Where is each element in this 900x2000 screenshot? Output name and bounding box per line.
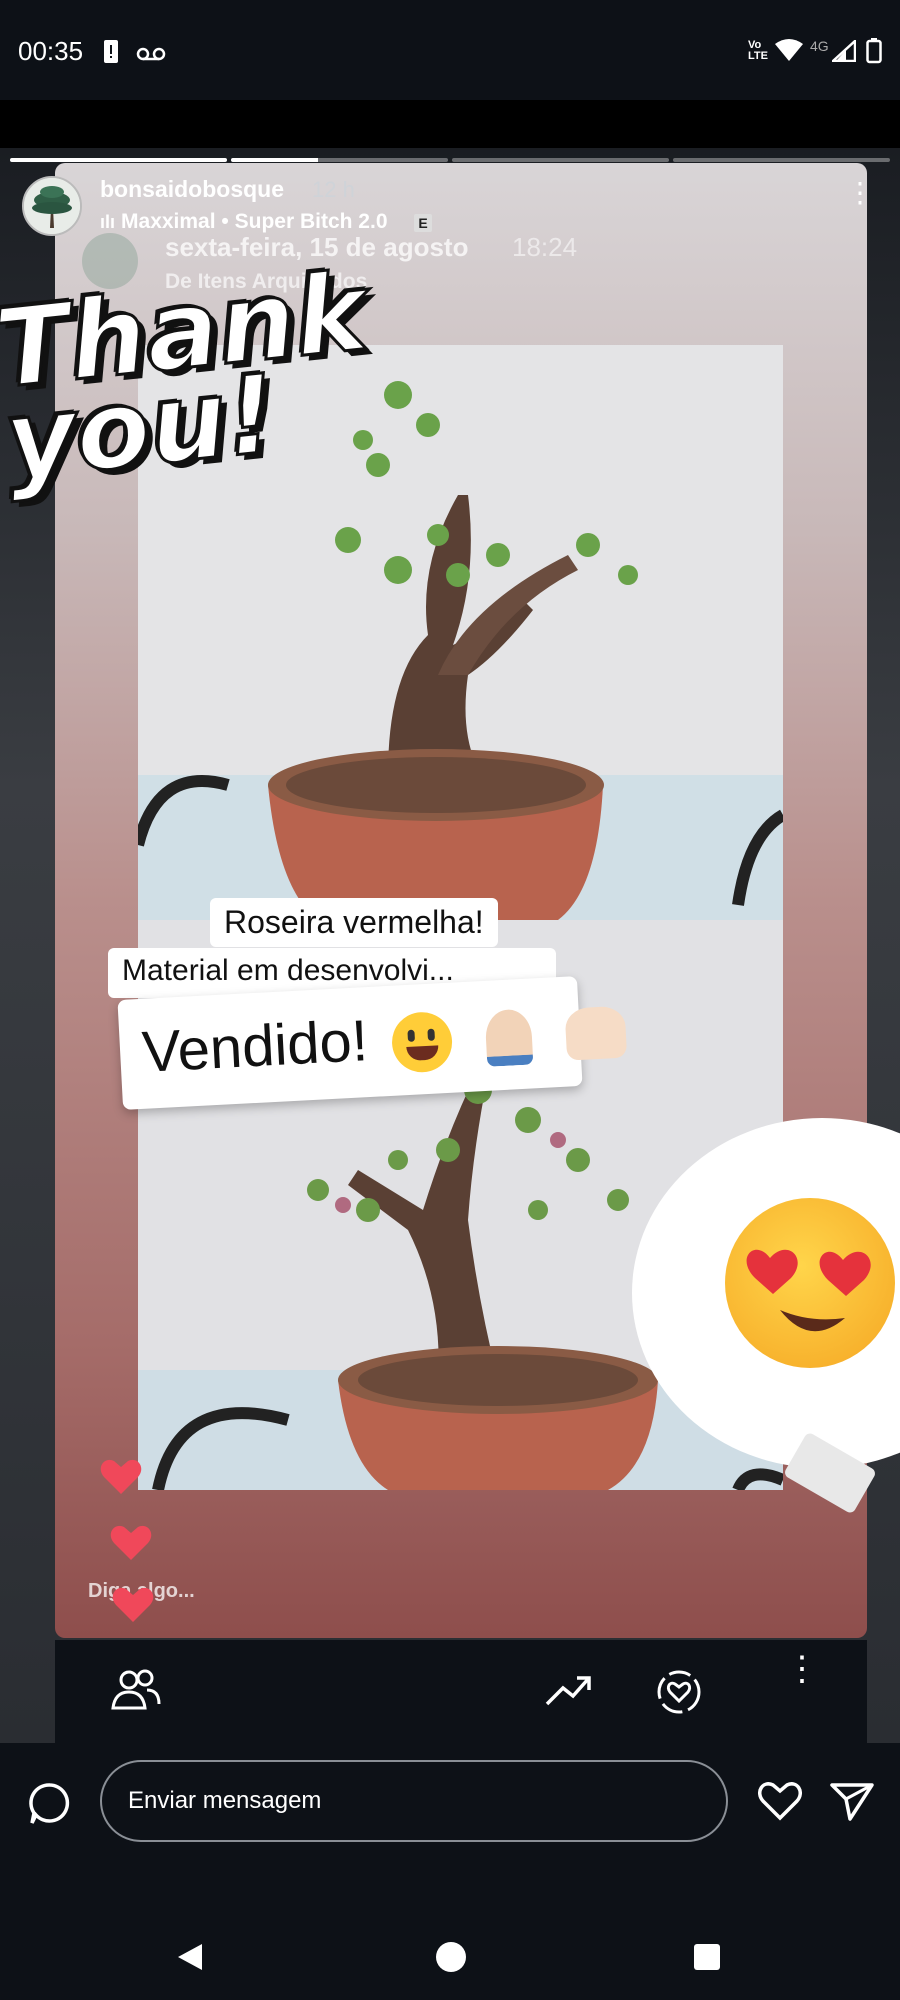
music-bars-icon: ılı — [100, 212, 116, 232]
top-spacer — [0, 100, 900, 148]
wifi-icon — [774, 38, 804, 68]
status-time: 00:35 — [18, 36, 84, 66]
heart-icon[interactable] — [758, 1781, 802, 1826]
volte-icon: Vo LTE — [748, 39, 768, 62]
recents-icon[interactable] — [694, 1944, 720, 1970]
story-age: 12 h — [312, 177, 355, 202]
status-bar: 00:35 Vo LTE 4G — [0, 0, 900, 100]
people-icon[interactable] — [111, 1668, 161, 1717]
voicemail-icon — [136, 42, 166, 68]
music-separator: • — [221, 210, 229, 233]
story-viewer[interactable]: sexta-feira, 15 de agosto 18:24 De Itens… — [0, 148, 900, 1743]
battery-alert-icon — [103, 38, 119, 70]
story-action-bar: ⋮ — [55, 1640, 867, 1743]
android-nav-bar — [0, 1900, 900, 2000]
message-bar: Enviar mensagem — [0, 1743, 900, 1863]
music-info[interactable]: ılı Maxximal • Super Bitch 2.0 — [100, 210, 388, 234]
progress-segment-2 — [231, 158, 448, 162]
music-artist: Maxximal — [121, 210, 216, 233]
smiley-emoji-icon — [390, 1010, 454, 1074]
progress-segment-4 — [673, 158, 890, 162]
battery-icon — [866, 38, 882, 70]
back-icon[interactable] — [176, 1942, 204, 1977]
sold-text: Vendido! — [140, 1008, 370, 1085]
story-username[interactable]: bonsaidobosque — [100, 176, 284, 203]
more-vert-icon[interactable]: ⋮ — [846, 179, 874, 207]
caption-title: Roseira vermelha! — [210, 898, 498, 947]
trending-icon[interactable] — [545, 1668, 593, 1717]
reaction-heart-icon — [110, 1524, 152, 1562]
network-type: 4G — [810, 38, 829, 54]
signal-icon — [829, 38, 857, 68]
reaction-heart-icon — [100, 1458, 142, 1496]
reaction-heart-icon — [112, 1586, 154, 1624]
message-input[interactable]: Enviar mensagem — [100, 1760, 728, 1842]
reshare-time: 18:24 — [512, 232, 578, 262]
raising-hands-emoji-icon — [564, 1005, 628, 1061]
progress-segment-3 — [452, 158, 669, 162]
explicit-badge: E — [414, 214, 432, 232]
camera-icon[interactable] — [28, 1781, 72, 1832]
user-avatar[interactable] — [22, 176, 82, 236]
send-icon[interactable] — [830, 1781, 874, 1826]
heart-ring-icon[interactable] — [655, 1668, 703, 1721]
more-vert-icon[interactable]: ⋮ — [785, 1652, 819, 1686]
home-icon[interactable] — [436, 1942, 466, 1972]
progress-segment-1 — [10, 158, 227, 162]
praying-hands-emoji-icon — [484, 1008, 534, 1067]
music-song: Super Bitch 2.0 — [234, 210, 388, 233]
heart-eyes-emoji-icon — [725, 1198, 895, 1368]
